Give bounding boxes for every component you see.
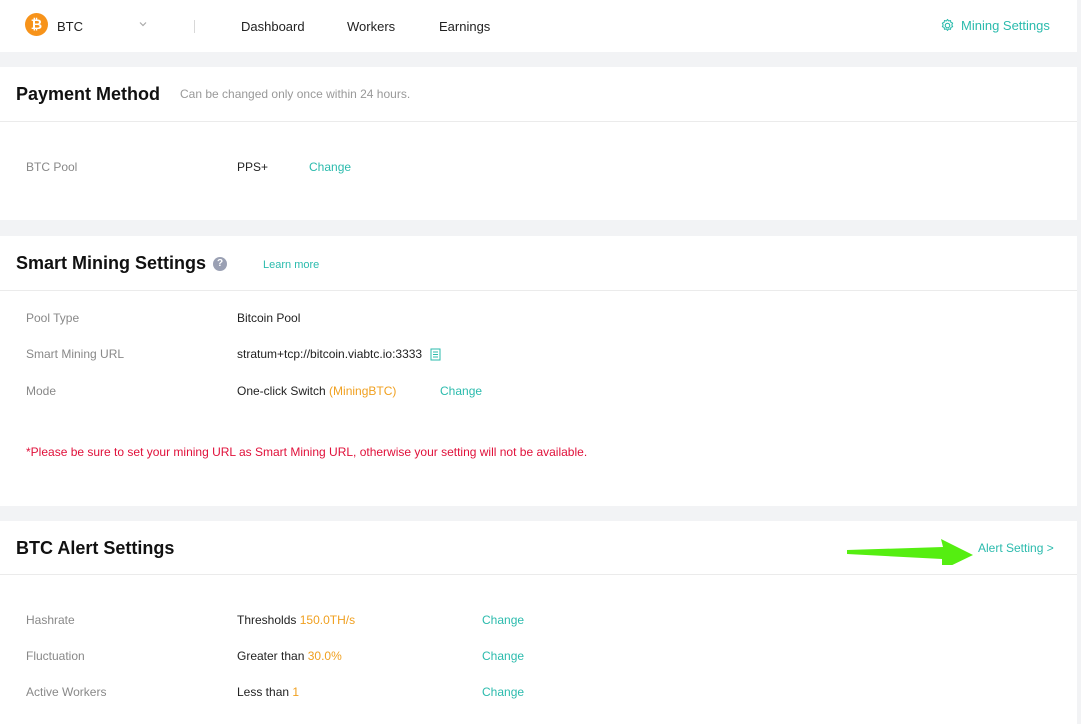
hashrate-label: Hashrate bbox=[26, 613, 75, 627]
gear-icon bbox=[941, 18, 954, 31]
mode-value: One-click Switch (MiningBTC) bbox=[237, 384, 396, 398]
mining-settings-link[interactable]: Mining Settings bbox=[940, 18, 1050, 33]
nav-divider bbox=[194, 20, 195, 33]
change-hashrate-button[interactable]: Change bbox=[482, 613, 524, 627]
chevron-down-icon[interactable] bbox=[137, 18, 149, 30]
change-active-workers-button[interactable]: Change bbox=[482, 685, 524, 699]
alert-setting-link[interactable]: Alert Setting > bbox=[978, 541, 1054, 555]
nav-workers[interactable]: Workers bbox=[347, 19, 395, 34]
smart-mining-url-label: Smart Mining URL bbox=[26, 347, 125, 361]
mining-settings-label: Mining Settings bbox=[961, 18, 1050, 33]
payment-method-card: Payment Method Can be changed only once … bbox=[0, 67, 1077, 220]
btc-pool-value: PPS+ bbox=[237, 160, 269, 174]
smart-mining-header: Smart Mining Settings ? Learn more bbox=[0, 236, 1077, 291]
btc-pool-label: BTC Pool bbox=[26, 160, 78, 174]
learn-more-link[interactable]: Learn more bbox=[263, 259, 319, 271]
smart-mining-warning: *Please be sure to set your mining URL a… bbox=[26, 445, 588, 459]
hashrate-prefix: Thresholds bbox=[237, 613, 297, 627]
smart-mining-url-value: stratum+tcp://bitcoin.viabtc.io:3333 bbox=[237, 347, 423, 361]
top-bar: ₿ BTC Dashboard Workers Earnings Mining … bbox=[0, 0, 1077, 52]
fluctuation-value: Greater than 30.0% bbox=[237, 649, 342, 663]
nav-dashboard[interactable]: Dashboard bbox=[241, 19, 305, 34]
change-mode-button[interactable]: Change bbox=[440, 384, 482, 398]
copy-icon[interactable] bbox=[430, 348, 442, 362]
active-workers-label: Active Workers bbox=[26, 685, 107, 699]
active-workers-prefix: Less than bbox=[237, 685, 290, 699]
active-workers-threshold: 1 bbox=[292, 685, 300, 699]
alert-settings-header: BTC Alert Settings Alert Setting > bbox=[0, 521, 1077, 575]
hashrate-value: Thresholds 150.0TH/s bbox=[237, 613, 355, 627]
payment-method-subtitle: Can be changed only once within 24 hours… bbox=[180, 87, 411, 101]
active-workers-value: Less than 1 bbox=[237, 685, 299, 699]
change-fluctuation-button[interactable]: Change bbox=[482, 649, 524, 663]
alert-settings-title: BTC Alert Settings bbox=[16, 538, 175, 558]
coin-selector[interactable]: BTC bbox=[57, 19, 83, 34]
smart-mining-url: stratum+tcp://bitcoin.viabtc.io:3333 bbox=[237, 347, 442, 362]
bitcoin-logo-icon: ₿ bbox=[25, 13, 48, 36]
hashrate-threshold: 150.0TH/s bbox=[299, 613, 356, 627]
smart-mining-card: Smart Mining Settings ? Learn more Pool … bbox=[0, 236, 1077, 506]
pool-type-label: Pool Type bbox=[26, 311, 80, 325]
fluctuation-prefix: Greater than bbox=[237, 649, 305, 663]
payment-method-header: Payment Method Can be changed only once … bbox=[0, 67, 1077, 122]
help-icon[interactable]: ? bbox=[213, 257, 227, 271]
change-payment-button[interactable]: Change bbox=[309, 160, 351, 174]
fluctuation-label: Fluctuation bbox=[26, 649, 85, 663]
arrow-icon bbox=[847, 539, 973, 565]
alert-settings-card: BTC Alert Settings Alert Setting > Hashr… bbox=[0, 521, 1077, 724]
nav-earnings[interactable]: Earnings bbox=[439, 19, 490, 34]
smart-mining-title: Smart Mining Settings bbox=[16, 253, 207, 273]
mode-name: One-click Switch bbox=[237, 384, 326, 398]
fluctuation-threshold: 30.0% bbox=[307, 649, 342, 663]
mode-label: Mode bbox=[26, 384, 57, 398]
payment-method-title: Payment Method bbox=[16, 84, 161, 104]
mode-detail: (MiningBTC) bbox=[329, 384, 397, 398]
pool-type-value: Bitcoin Pool bbox=[237, 311, 301, 325]
